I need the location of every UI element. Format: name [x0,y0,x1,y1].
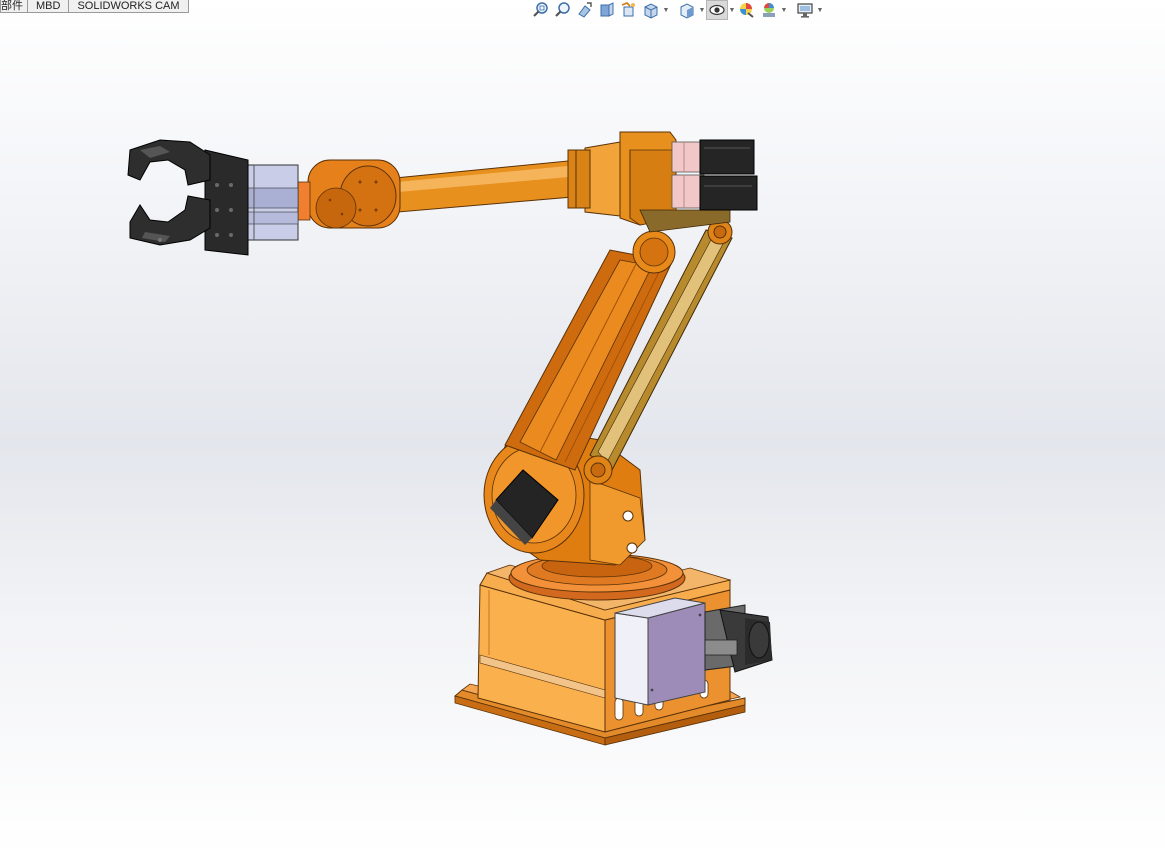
elbow-joint[interactable] [632,230,676,274]
control-box[interactable] [614,597,706,706]
wrist[interactable] [295,159,401,229]
base-motor[interactable] [704,604,773,673]
robot-arm-model[interactable] [0,0,1165,855]
gripper[interactable] [127,139,249,256]
gripper-cylinder[interactable] [245,164,299,241]
forearm-tube[interactable] [394,149,591,213]
graphics-area[interactable]: 部件 MBD SOLIDWORKS CAM ▼ ▼ ▼ ▼ ▼ [0,0,1165,855]
wrist-motors[interactable] [671,139,758,211]
